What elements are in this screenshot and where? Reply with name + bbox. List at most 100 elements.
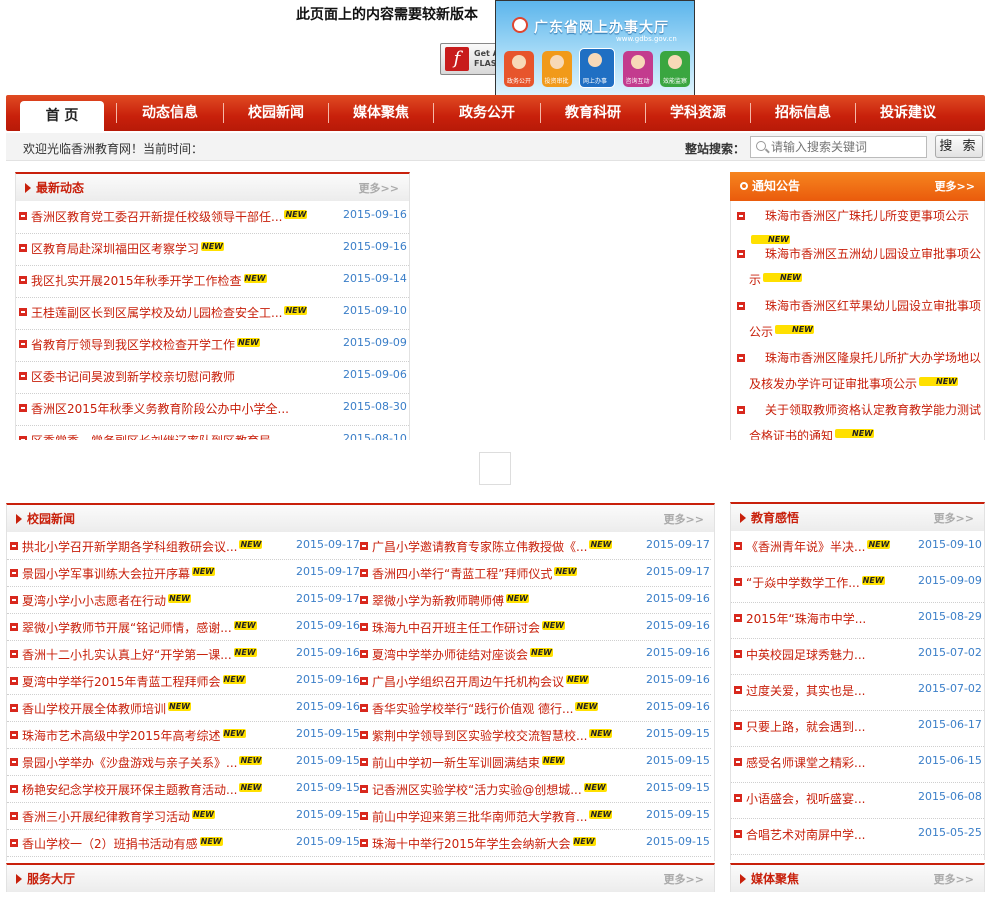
list-item-title[interactable]: 香山学校一（2）班捐书活动有感 NEW — [22, 835, 223, 852]
list-item-text[interactable]: 景园小学军事训练大会拉开序幕 — [22, 567, 190, 581]
list-item-text[interactable]: 小语盛会，视听盛宴... — [746, 792, 865, 806]
list-item-title[interactable]: 前山中学初一新生军训圆满结束 NEW — [372, 754, 565, 771]
list-item-text[interactable]: 夏湾中学举行2015年青蓝工程拜师会 — [22, 675, 221, 689]
nav-tender-info[interactable]: 招标信息 — [751, 95, 855, 131]
list-item-text[interactable]: 夏湾小学小小志愿者在行动 — [22, 594, 166, 608]
notice-item-title[interactable]: 珠海市香洲区五洲幼儿园设立审批事项公示 NEW — [737, 241, 983, 293]
more-link[interactable]: 更多>> — [935, 178, 975, 194]
list-item-text[interactable]: 前山中学初一新生军训圆满结束 — [372, 756, 540, 770]
list-item-text[interactable]: 拱北小学召开新学期各学科组教研会议... — [22, 540, 237, 554]
list-item-text[interactable]: 过度关爱，其实也是... — [746, 684, 865, 698]
notice-item-title[interactable]: 珠海市香洲区隆泉托儿所扩大办学场地以及核发办学许可证审批事项公示 NEW — [737, 345, 983, 397]
list-item-text[interactable]: 区委常委、常务副区长刘继辽率队到区教育局... — [31, 434, 282, 440]
list-item-text[interactable]: 翠微小学为新教师聘师傅 — [372, 594, 504, 608]
list-item-title[interactable]: 只要上路，就会遇到... — [746, 718, 865, 735]
list-item-title[interactable]: 广昌小学组织召开周边午托机构会议 NEW — [372, 673, 589, 690]
list-item-title[interactable]: 广昌小学邀请教育专家陈立伟教授做《... NEW — [372, 538, 613, 555]
list-item-title[interactable]: 前山中学迎来第三批华南师范大学教育... NEW — [372, 808, 613, 825]
list-item-text[interactable]: 中英校园足球秀魅力... — [746, 648, 865, 662]
list-item-text[interactable]: 感受名师课堂之精彩... — [746, 756, 865, 770]
more-link[interactable]: 更多>> — [664, 871, 704, 887]
list-item-text[interactable]: 杨艳安纪念学校开展环保主题教育活动... — [22, 783, 237, 797]
list-item-title[interactable]: 翠微小学教师节开展“铭记师情，感谢... NEW — [22, 619, 257, 636]
nav-edu-research[interactable]: 教育科研 — [541, 95, 645, 131]
list-item-text[interactable]: 合唱艺术对南屏中学... — [746, 828, 865, 842]
list-item-title[interactable]: 感受名师课堂之精彩... — [746, 754, 865, 771]
list-item-title[interactable]: 中英校园足球秀魅力... — [746, 646, 865, 663]
list-item-title[interactable]: 珠海十中举行2015年学生会纳新大会 NEW — [372, 835, 596, 852]
search-box[interactable] — [750, 136, 927, 158]
list-item-title[interactable]: 我区扎实开展2015年秋季开学工作检查 NEW — [31, 272, 267, 289]
nav-media-focus[interactable]: 媒体聚焦 — [329, 95, 433, 131]
list-item-text[interactable]: 香华实验学校举行“践行价值观 德行... — [372, 702, 573, 716]
list-item-text[interactable]: 只要上路，就会遇到... — [746, 720, 865, 734]
list-item-text[interactable]: 前山中学迎来第三批华南师范大学教育... — [372, 810, 587, 824]
gd-online-service-hall-banner[interactable]: 广东省网上办事大厅 www.gdbs.gov.cn 政务公开 投资审批 网上办事… — [495, 0, 695, 100]
nav-home[interactable]: 首 页 — [20, 101, 104, 131]
list-item-text[interactable]: 香洲三小开展纪律教育学习活动 — [22, 810, 190, 824]
list-item-text[interactable]: 王桂莲副区长到区属学校及幼儿园检查安全工... — [31, 306, 282, 320]
list-item-title[interactable]: 王桂莲副区长到区属学校及幼儿园检查安全工... NEW — [31, 304, 308, 321]
list-item-title[interactable]: 夏湾小学小小志愿者在行动 NEW — [22, 592, 191, 609]
portal-icon-investment[interactable]: 投资审批 — [541, 51, 572, 87]
portal-icon-supervision[interactable]: 效能监察 — [660, 51, 690, 87]
list-item-text[interactable]: 紫荆中学领导到区实验学校交流智慧校... — [372, 729, 587, 743]
list-item-title[interactable]: 《香洲青年说》半决... NEW — [746, 538, 891, 555]
list-item-text[interactable]: 翠微小学教师节开展“铭记师情，感谢... — [22, 621, 232, 635]
notice-item-title[interactable]: 珠海市香洲区红苹果幼儿园设立审批事项公示 NEW — [737, 293, 983, 345]
list-item-text[interactable]: 珠海十中举行2015年学生会纳新大会 — [372, 837, 571, 851]
list-item-title[interactable]: 香山学校开展全体教师培训 NEW — [22, 700, 191, 717]
list-item-title[interactable]: 杨艳安纪念学校开展环保主题教育活动... NEW — [22, 781, 263, 798]
list-item-title[interactable]: 过度关爱，其实也是... — [746, 682, 865, 699]
portal-icon-online-service[interactable]: 网上办事 — [579, 48, 615, 88]
list-item-text[interactable]: 区教育局赴深圳福田区考察学习 — [31, 242, 199, 256]
list-item-text[interactable]: 广昌小学邀请教育专家陈立伟教授做《... — [372, 540, 587, 554]
list-item-title[interactable]: 记香洲区实验学校“活力实验@创想城... NEW — [372, 781, 607, 798]
nav-complaints[interactable]: 投诉建议 — [856, 95, 960, 131]
search-input[interactable] — [771, 138, 921, 156]
list-item-title[interactable]: 拱北小学召开新学期各学科组教研会议... NEW — [22, 538, 263, 555]
list-item-text[interactable]: 我区扎实开展2015年秋季开学工作检查 — [31, 274, 242, 288]
list-item-title[interactable]: 区委常委、常务副区长刘继辽率队到区教育局... — [31, 432, 282, 440]
nav-subject-resources[interactable]: 学科资源 — [646, 95, 750, 131]
more-link[interactable]: 更多>> — [934, 510, 974, 526]
list-item-title[interactable]: 景园小学军事训练大会拉开序幕 NEW — [22, 565, 215, 582]
list-item-text[interactable]: 香山学校一（2）班捐书活动有感 — [22, 837, 198, 851]
notice-item-title[interactable]: 关于领取教师资格认定教育教学能力测试合格证书的通知 NEW — [737, 397, 983, 440]
list-item-title[interactable]: 夏湾中学举办师徒结对座谈会 NEW — [372, 646, 553, 663]
list-item-text[interactable]: 香山学校开展全体教师培训 — [22, 702, 166, 716]
notice-item[interactable]: 珠海市香洲区红苹果幼儿园设立审批事项公示 NEW — [737, 293, 983, 345]
list-item-text[interactable]: “于焱中学数学工作... — [746, 576, 860, 590]
list-item-title[interactable]: 香洲区2015年秋季义务教育阶段公办中小学全... — [31, 400, 289, 417]
list-item-text[interactable]: 香洲四小举行“青蓝工程”拜师仪式 — [372, 567, 552, 581]
list-item-text[interactable]: 广昌小学组织召开周边午托机构会议 — [372, 675, 564, 689]
list-item-title[interactable]: 区委书记间昊波到新学校亲切慰问教师 — [31, 368, 235, 385]
list-item-text[interactable]: 景园小学举办《沙盘游戏与亲子关系》... — [22, 756, 237, 770]
nav-campus-news[interactable]: 校园新闻 — [224, 95, 328, 131]
search-button[interactable]: 搜 索 — [935, 135, 983, 158]
more-link[interactable]: 更多>> — [934, 871, 974, 887]
list-item-title[interactable]: 紫荆中学领导到区实验学校交流智慧校... NEW — [372, 727, 613, 744]
list-item-text[interactable]: 《香洲青年说》半决... — [746, 540, 865, 554]
list-item-text[interactable]: 夏湾中学举办师徒结对座谈会 — [372, 648, 528, 662]
list-item-title[interactable]: 香洲三小开展纪律教育学习活动 NEW — [22, 808, 215, 825]
list-item-text[interactable]: 香洲区教育党工委召开新提任校级领导干部任... — [31, 210, 282, 224]
notice-item[interactable]: 珠海市香洲区隆泉托儿所扩大办学场地以及核发办学许可证审批事项公示 NEW — [737, 345, 983, 397]
list-item-title[interactable]: “于焱中学数学工作... NEW — [746, 574, 885, 591]
list-item-text[interactable]: 省教育厅领导到我区学校检查开学工作 — [31, 338, 235, 352]
list-item-text[interactable]: 2015年“珠海市中学... — [746, 612, 866, 626]
list-item-title[interactable]: 珠海九中召开班主任工作研讨会 NEW — [372, 619, 565, 636]
list-item-title[interactable]: 香洲十二小扎实认真上好“开学第一课... NEW — [22, 646, 257, 663]
list-item-text[interactable]: 香洲十二小扎实认真上好“开学第一课... — [22, 648, 232, 662]
list-item-title[interactable]: 小语盛会，视听盛宴... — [746, 790, 865, 807]
list-item-title[interactable]: 景园小学举办《沙盘游戏与亲子关系》... NEW — [22, 754, 263, 771]
notice-item[interactable]: 关于领取教师资格认定教育教学能力测试合格证书的通知 NEW — [737, 397, 983, 440]
list-item-title[interactable]: 2015年“珠海市中学... — [746, 610, 866, 627]
list-item-title[interactable]: 夏湾中学举行2015年青蓝工程拜师会 NEW — [22, 673, 246, 690]
list-item-text[interactable]: 记香洲区实验学校“活力实验@创想城... — [372, 783, 582, 797]
list-item-title[interactable]: 省教育厅领导到我区学校检查开学工作 NEW — [31, 336, 260, 353]
more-link[interactable]: 更多>> — [664, 511, 704, 527]
list-item-title[interactable]: 珠海市艺术高级中学2015年高考综述 NEW — [22, 727, 246, 744]
portal-icon-consult[interactable]: 咨询互动 — [622, 51, 653, 87]
list-item-title[interactable]: 香洲区教育党工委召开新提任校级领导干部任... NEW — [31, 208, 308, 225]
